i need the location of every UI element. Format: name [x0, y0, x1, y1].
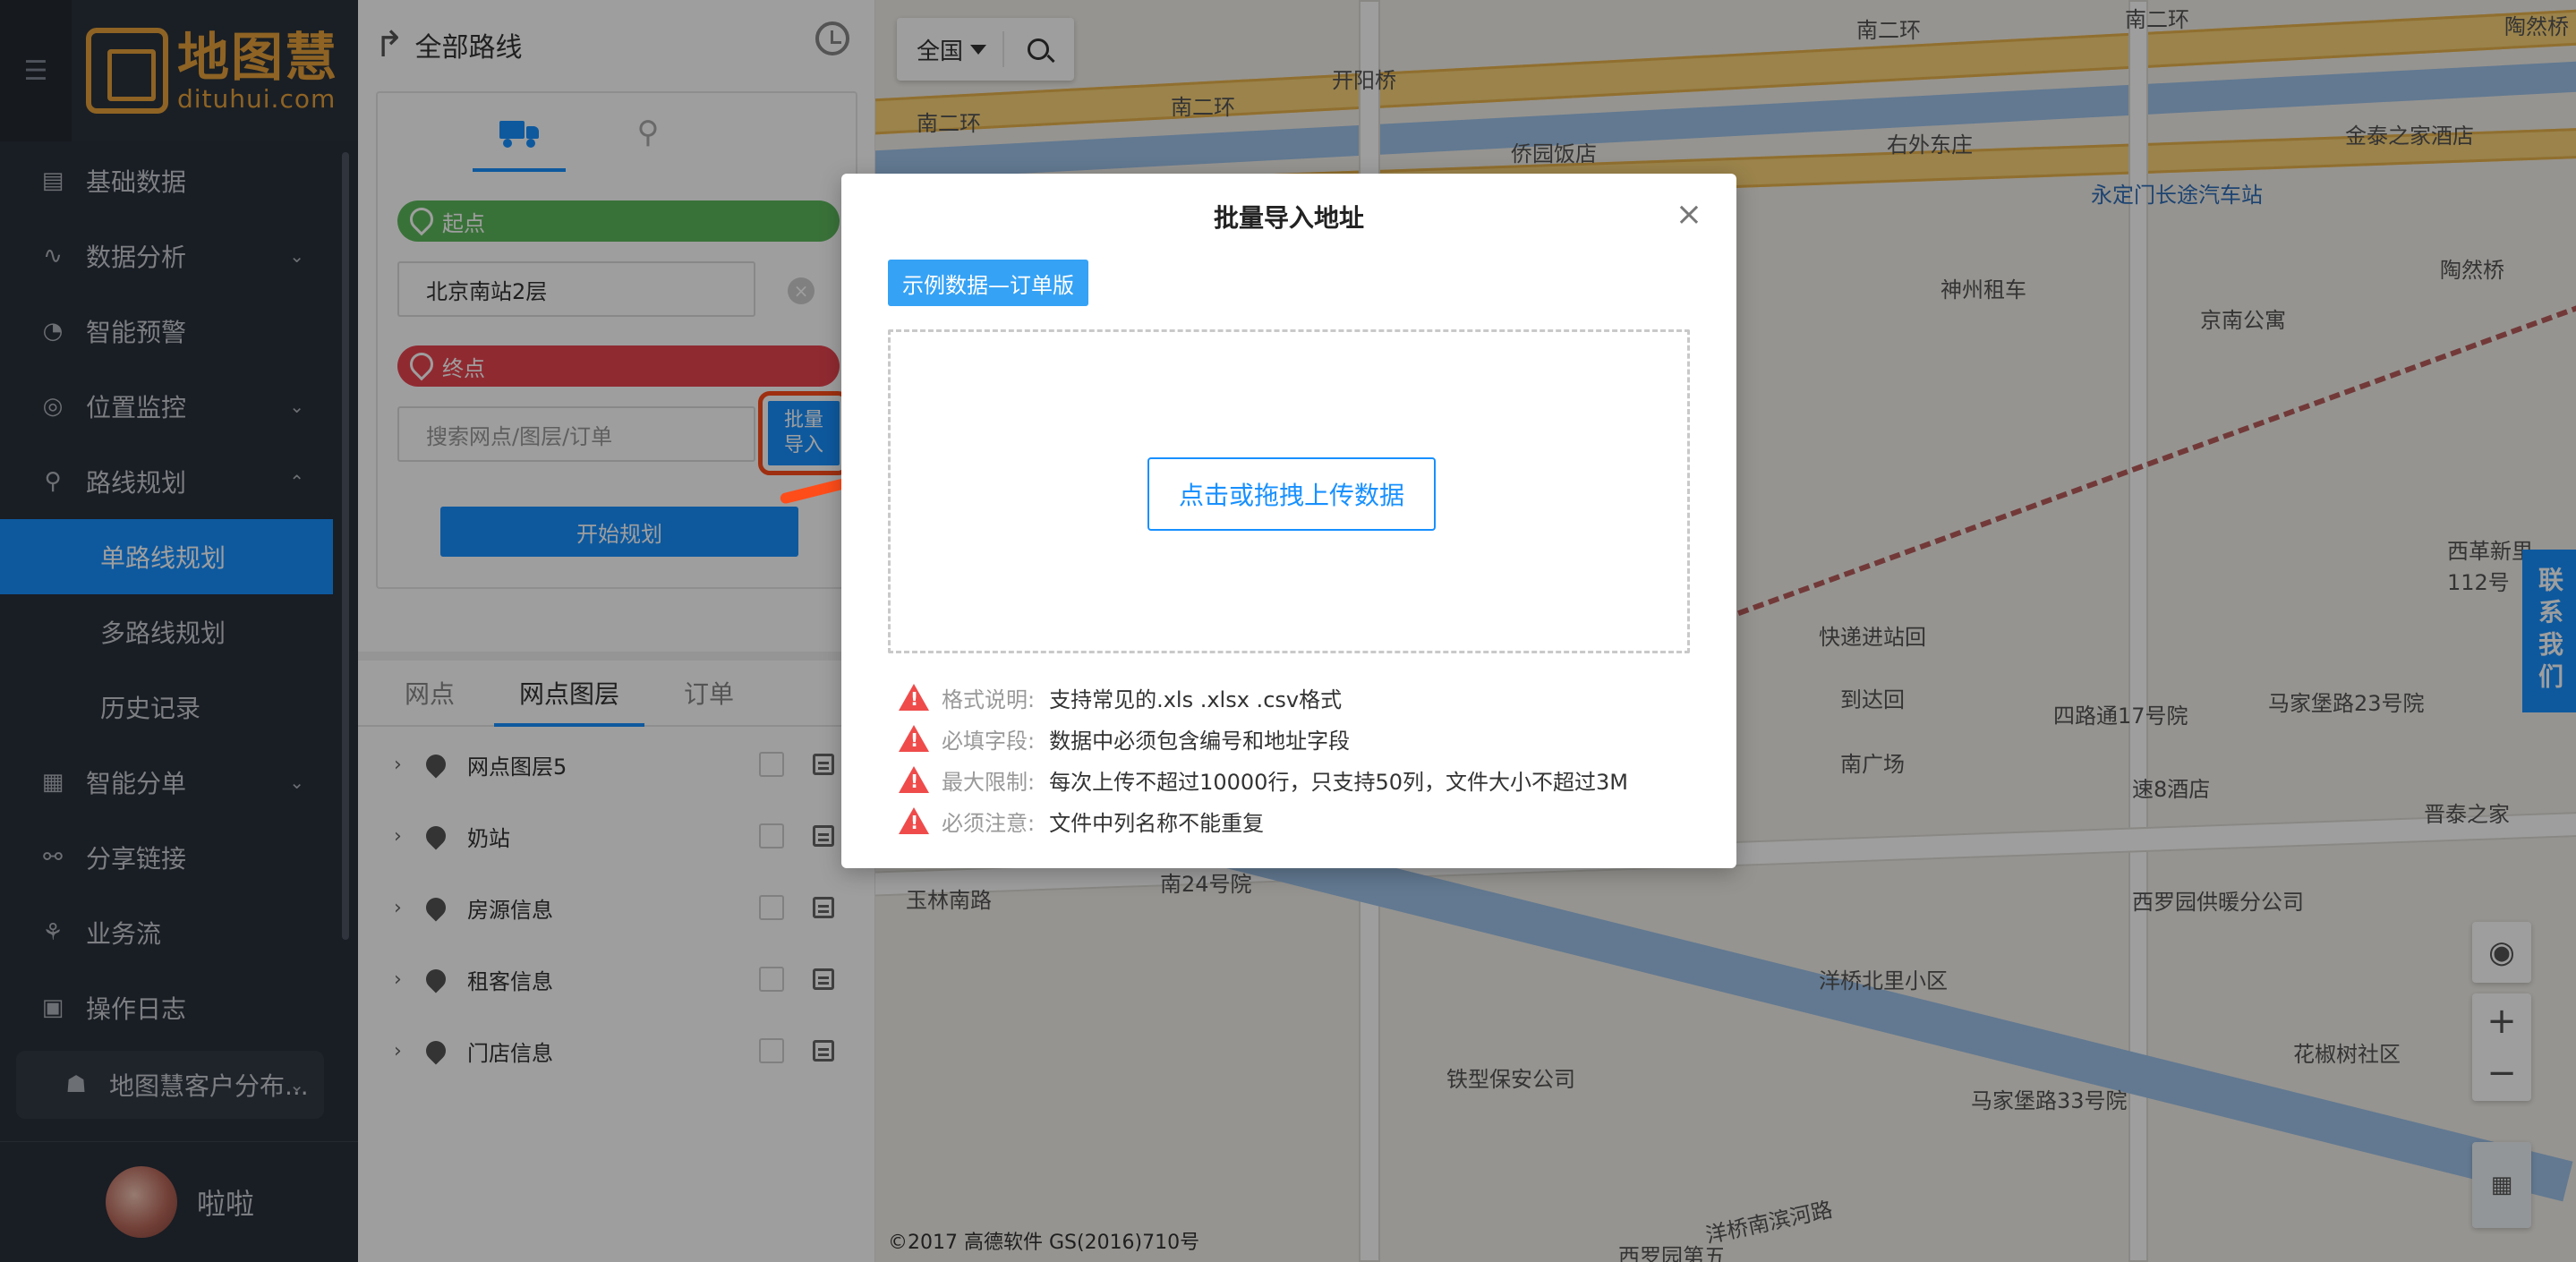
- warning-icon: [899, 766, 929, 793]
- warning-icon: [899, 807, 929, 834]
- warning-icon: [899, 684, 929, 711]
- warning-icon: [899, 725, 929, 752]
- note-label: 必填字段:: [942, 728, 1036, 754]
- note-item: 必须注意: 文件中列名称不能重复: [899, 800, 1686, 841]
- note-label: 最大限制:: [942, 769, 1036, 795]
- dialog-title: 批量导入地址: [1213, 203, 1364, 233]
- batch-import-dialog: 批量导入地址 × 示例数据—订单版 点击或拖拽上传数据 格式说明: 支持常见的.…: [841, 174, 1736, 868]
- note-label: 必须注意:: [942, 810, 1036, 836]
- upload-button[interactable]: 点击或拖拽上传数据: [1147, 457, 1436, 531]
- upload-drop-zone[interactable]: 点击或拖拽上传数据: [888, 329, 1690, 653]
- note-label: 格式说明:: [942, 686, 1036, 712]
- sample-data-button[interactable]: 示例数据—订单版: [888, 260, 1088, 306]
- note-value: 数据中必须包含编号和地址字段: [1049, 728, 1351, 754]
- note-item: 格式说明: 支持常见的.xls .xlsx .csv格式: [899, 677, 1686, 718]
- note-value: 文件中列名称不能重复: [1049, 810, 1265, 836]
- note-item: 必填字段: 数据中必须包含编号和地址字段: [899, 718, 1686, 759]
- close-icon[interactable]: ×: [1676, 199, 1702, 231]
- note-item: 最大限制: 每次上传不超过10000行，只支持50列，文件大小不超过3M: [899, 759, 1686, 800]
- note-value: 每次上传不超过10000行，只支持50列，文件大小不超过3M: [1049, 769, 1628, 795]
- import-notes: 格式说明: 支持常见的.xls .xlsx .csv格式 必填字段: 数据中必须…: [899, 677, 1686, 841]
- note-value: 支持常见的.xls .xlsx .csv格式: [1049, 686, 1343, 712]
